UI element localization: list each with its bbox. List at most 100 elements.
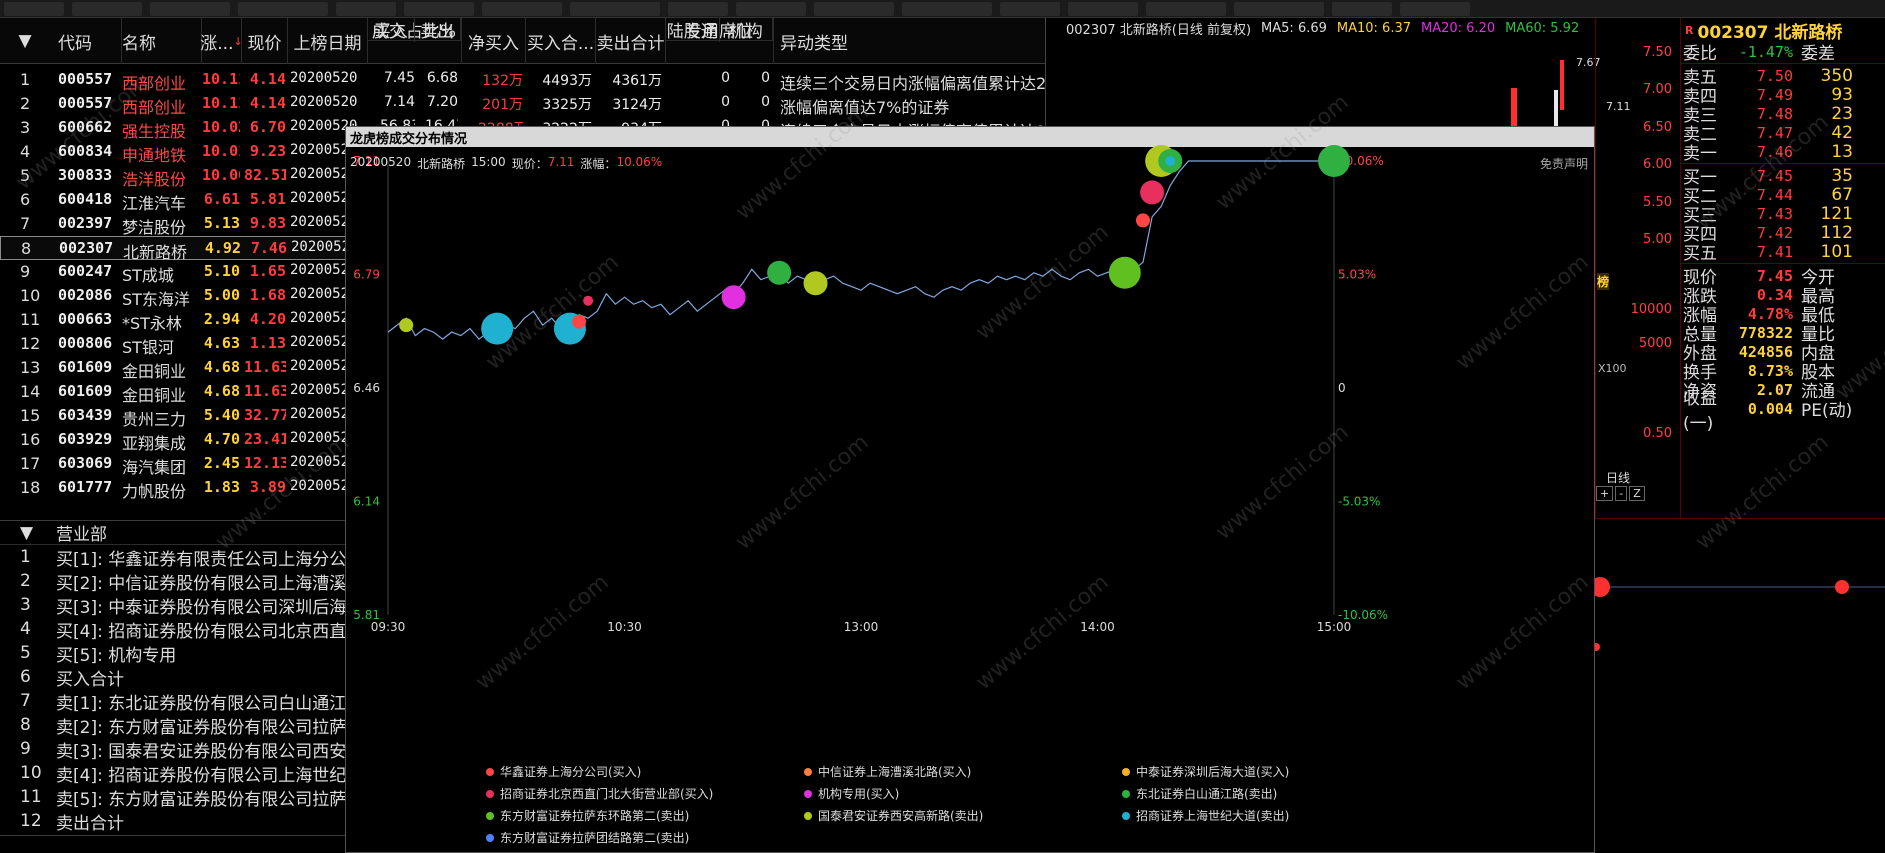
- col-list-date[interactable]: 上榜日期: [288, 18, 368, 64]
- legend-item[interactable]: 东方财富证券拉萨东环路第二(卖出): [486, 807, 689, 824]
- top-tab[interactable]: [668, 2, 728, 16]
- axis-label: 5.50: [1643, 195, 1672, 210]
- longhu-distribution-dialog: 龙虎榜成交分布情况 7.11 6.79 6.46 6.14 5.81 10.06% 5.03…: [345, 126, 1595, 853]
- col-type[interactable]: 异动类型: [774, 18, 1045, 64]
- stock-code: 000663: [58, 310, 113, 328]
- table-row[interactable]: 2 000557 西部创业 10.11 4.1420200520 7.14 7.20 201万…: [0, 92, 1045, 117]
- row-index: 6: [20, 667, 31, 687]
- legend-item[interactable]: 中信证券上海漕溪北路(买入): [804, 763, 971, 780]
- stock-name: 贵州三力: [122, 410, 187, 429]
- col-seat-inst[interactable]: 机构: [720, 17, 773, 42]
- trade-marker: [1318, 145, 1350, 177]
- price: 4.14: [249, 70, 286, 88]
- row-index: 12: [20, 334, 41, 353]
- row-index: 14: [20, 382, 41, 401]
- price: 7.46: [250, 239, 287, 257]
- level-price: 7.47: [1756, 123, 1793, 142]
- price: 1.65: [249, 262, 286, 280]
- bid-row: 买五 7.41 101: [1681, 242, 1885, 265]
- top-tab[interactable]: [150, 2, 230, 16]
- legend-label: 东方财富证券拉萨团结路第二(卖出): [500, 831, 690, 845]
- legend-label: 东北证券白山通江路(卖出): [1136, 787, 1278, 801]
- change-pct: 2.45: [203, 454, 240, 472]
- top-tab[interactable]: [4, 2, 64, 16]
- wc-label: 委差: [1801, 44, 1835, 64]
- legend-item[interactable]: 机构专用(买入): [804, 785, 899, 802]
- top-tab[interactable]: [72, 2, 142, 16]
- legend-item[interactable]: 招商证券北京西直门北大街营业部(买入): [486, 785, 713, 802]
- col-ratio-sell[interactable]: 卖出: [415, 17, 461, 42]
- stock-name: 强生控股: [122, 122, 187, 141]
- col-code[interactable]: 代码: [50, 18, 122, 64]
- top-tab[interactable]: [1000, 2, 1060, 16]
- zoom-in-button[interactable]: +: [1596, 486, 1614, 501]
- intraday-chart[interactable]: 7.116.796.466.145.8110.06%5.03%0-5.03%-1…: [346, 127, 1596, 853]
- top-tab[interactable]: [336, 2, 396, 16]
- top-tab[interactable]: [570, 2, 660, 16]
- stock-name: *ST永林: [122, 314, 182, 333]
- level-price: 7.44: [1756, 185, 1793, 204]
- top-tab[interactable]: [814, 2, 894, 16]
- change-pct: 4.68: [203, 358, 240, 376]
- legend-label: 华鑫证券上海分公司(买入): [500, 765, 642, 779]
- bid-book: 买一 7.45 35 买二 7.44 67 买三 7.43 121 买四 7.42 112 买五 7.41…: [1681, 166, 1885, 265]
- disclaimer-link[interactable]: 免责声明: [1540, 155, 1588, 172]
- col-ratio-buy[interactable]: 买入: [368, 17, 415, 42]
- ask-row: 卖一 7.46 13: [1681, 142, 1885, 165]
- price: 9.83: [249, 214, 286, 232]
- stock-code: 601609: [58, 358, 113, 376]
- row-index: 7: [20, 214, 31, 233]
- legend-dot-icon: [804, 767, 812, 776]
- row-index: 1: [20, 547, 31, 567]
- price-line: [387, 160, 1334, 340]
- legend-item[interactable]: 招商证券上海世纪大道(卖出): [1122, 807, 1289, 824]
- legend-item[interactable]: 东方财富证券拉萨团结路第二(卖出): [486, 829, 689, 846]
- trade-marker: [1108, 256, 1141, 289]
- price: 11.63: [244, 358, 286, 376]
- wb-row: 委比 -1.47% 委差: [1681, 42, 1885, 65]
- top-tab[interactable]: [1146, 2, 1226, 16]
- y-tick-right: -5.03%: [1338, 495, 1380, 509]
- collapse-icon[interactable]: ▼: [0, 18, 50, 64]
- stock-name: 金田铜业: [122, 386, 187, 405]
- top-tab[interactable]: [238, 2, 328, 16]
- top-tab[interactable]: [1332, 2, 1392, 16]
- stock-code: 600418: [58, 190, 113, 208]
- col-buy-total[interactable]: 买入合...: [526, 18, 596, 64]
- col-sell-total[interactable]: 卖出合计: [596, 18, 666, 64]
- col-name[interactable]: 名称: [122, 18, 202, 64]
- top-tab[interactable]: [1400, 2, 1470, 16]
- table-row[interactable]: 1 000557 西部创业 10.11 4.1420200520 7.45 6.68 132万…: [0, 68, 1045, 93]
- top-tab[interactable]: [736, 2, 806, 16]
- trade-marker: [572, 314, 587, 329]
- broker-name: 买[5]: 机构专用: [56, 645, 177, 666]
- legend-item[interactable]: 华鑫证券上海分公司(买入): [486, 763, 641, 780]
- sell-total: 3124万: [612, 97, 662, 113]
- zoom-reset-button[interactable]: Z: [1629, 486, 1645, 501]
- top-tab[interactable]: [404, 2, 474, 16]
- stock-name: 力帆股份: [122, 482, 187, 501]
- top-tab[interactable]: [1234, 2, 1324, 16]
- col-seat-lgt[interactable]: 陆股通: [666, 17, 720, 42]
- lgt-seat: 0: [721, 70, 730, 86]
- col-price[interactable]: 现价: [242, 18, 288, 64]
- top-tab-strip[interactable]: [0, 0, 1885, 18]
- row-index: 8: [20, 715, 31, 735]
- change-pct: 10.11: [202, 70, 240, 88]
- top-tab[interactable]: [482, 2, 562, 16]
- zoom-out-button[interactable]: -: [1615, 486, 1628, 501]
- ma10-label: MA10: 6.37: [1336, 20, 1411, 36]
- collapse-icon[interactable]: ▼: [0, 523, 56, 543]
- stat-value: 7.45: [1756, 266, 1793, 285]
- legend-item[interactable]: 国泰君安证券西安高新路(卖出): [804, 807, 983, 824]
- legend-item[interactable]: 东北证券白山通江路(卖出): [1122, 785, 1277, 802]
- top-tab[interactable]: [902, 2, 992, 16]
- lgt-seat: 0: [721, 94, 730, 110]
- period-label[interactable]: 日线: [1606, 469, 1630, 486]
- top-tab[interactable]: [1068, 2, 1138, 16]
- col-change[interactable]: 涨... ↓: [200, 18, 243, 64]
- col-net-buy[interactable]: 净买入: [462, 18, 526, 64]
- legend-item[interactable]: 中泰证券深圳后海大道(买入): [1122, 763, 1289, 780]
- wb-label: 委比: [1683, 44, 1717, 64]
- row-index: 10: [20, 286, 41, 305]
